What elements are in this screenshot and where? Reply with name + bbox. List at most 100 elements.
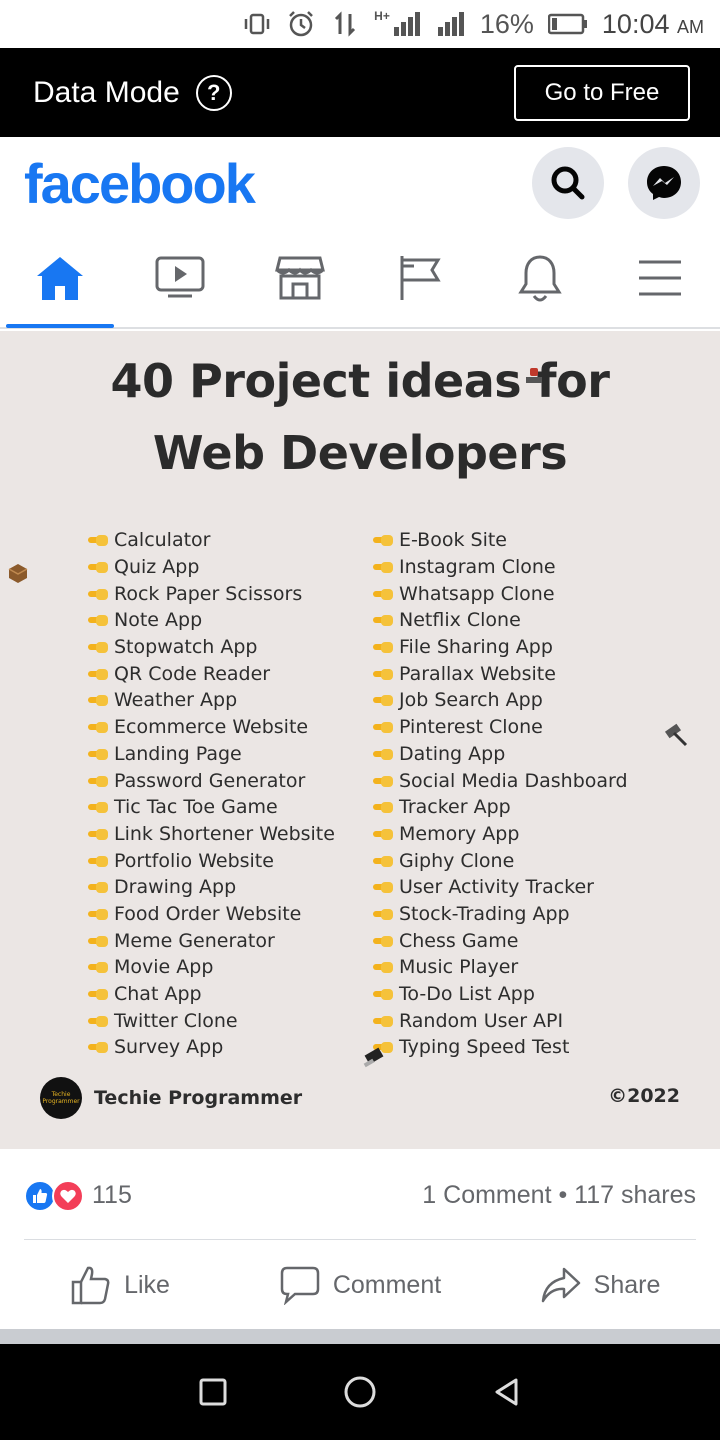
idea-item: Chess Game: [373, 927, 628, 954]
reactions-row: 115 1 Comment • 117 shares: [24, 1152, 696, 1240]
author-name: Techie Programmer: [94, 1087, 303, 1109]
idea-item: To-Do List App: [373, 981, 628, 1008]
pages-flag-icon: [400, 256, 441, 300]
idea-label: Movie App: [114, 956, 214, 979]
idea-item: Dating App: [373, 741, 628, 768]
idea-label: Dating App: [399, 742, 506, 765]
idea-item: Link Shortener Website: [88, 821, 335, 848]
idea-label: Twitter Clone: [114, 1009, 238, 1032]
post-actions: Like Comment Share: [0, 1241, 720, 1329]
love-reaction-icon: [52, 1179, 84, 1212]
menu-icon: [639, 260, 681, 296]
pointing-hand-icon: [88, 827, 110, 841]
data-mode-title: Data Mode: [33, 75, 180, 109]
pointing-hand-icon: [373, 747, 395, 761]
pointing-hand-icon: [373, 667, 395, 681]
idea-label: QR Code Reader: [114, 662, 271, 685]
network-type: H+: [374, 9, 422, 39]
signal-icon: [393, 12, 420, 36]
idea-item: Pinterest Clone: [373, 714, 628, 741]
tab-home[interactable]: [0, 229, 120, 328]
idea-label: Rock Paper Scissors: [114, 582, 303, 605]
idea-label: Link Shortener Website: [114, 822, 335, 845]
idea-item: Tracker App: [373, 794, 628, 821]
idea-label: Chess Game: [399, 929, 519, 952]
pointing-hand-icon: [373, 854, 395, 868]
idea-item: File Sharing App: [373, 634, 628, 661]
tab-video[interactable]: [120, 229, 240, 327]
home-nav-icon[interactable]: [343, 1375, 377, 1409]
pointing-hand-icon: [373, 960, 395, 974]
idea-item: Tic Tac Toe Game: [88, 794, 335, 821]
post-title: 40 Project ideas for Web Developers: [110, 354, 610, 480]
share-button[interactable]: Share: [480, 1265, 720, 1305]
status-bar: H+ 16% 10:04 AM: [0, 0, 720, 48]
comment-button[interactable]: Comment: [240, 1265, 480, 1305]
pointing-hand-icon: [373, 560, 395, 574]
vibrate-icon: [244, 13, 270, 35]
comments-shares-count[interactable]: 1 Comment • 117 shares: [422, 1181, 696, 1210]
idea-label: E-Book Site: [399, 529, 507, 552]
idea-item: Typing Speed Test: [373, 1034, 628, 1061]
idea-item: Memory App: [373, 821, 628, 848]
go-to-free-button[interactable]: Go to Free: [514, 64, 690, 121]
signal-icon-2: [437, 12, 464, 36]
idea-label: Landing Page: [114, 742, 242, 765]
idea-label: Job Search App: [399, 689, 543, 712]
tab-menu[interactable]: [600, 229, 720, 327]
idea-item: Stopwatch App: [88, 634, 335, 661]
pointing-hand-icon: [373, 907, 395, 921]
post-image[interactable]: 40 Project ideas for Web Developers Calc…: [0, 331, 720, 1149]
author-avatar: Techie Programmer: [40, 1077, 82, 1119]
tab-marketplace[interactable]: [240, 229, 360, 327]
idea-label: Pinterest Clone: [399, 716, 543, 739]
tab-notifications[interactable]: [480, 229, 600, 327]
idea-item: Ecommerce Website: [88, 714, 335, 741]
help-icon[interactable]: ?: [195, 74, 232, 111]
pointing-hand-icon: [88, 613, 110, 627]
idea-label: Drawing App: [114, 876, 237, 899]
pointing-hand-icon: [373, 880, 395, 894]
idea-label: Weather App: [114, 689, 238, 712]
idea-item: Movie App: [88, 954, 335, 981]
pointing-hand-icon: [88, 693, 110, 707]
messenger-button[interactable]: [628, 147, 700, 219]
idea-label: Music Player: [399, 956, 519, 979]
recents-icon[interactable]: [198, 1377, 228, 1407]
idea-item: Password Generator: [88, 767, 335, 794]
reaction-summary[interactable]: 115: [24, 1179, 132, 1212]
idea-label: Memory App: [399, 822, 520, 845]
alarm-icon: [289, 11, 314, 37]
idea-item: QR Code Reader: [88, 660, 335, 687]
idea-item: Instagram Clone: [373, 554, 628, 581]
pointing-hand-icon: [373, 533, 395, 547]
tab-pages[interactable]: [360, 229, 480, 327]
android-nav-bar: [0, 1344, 720, 1440]
idea-label: Random User API: [399, 1009, 564, 1032]
idea-label: Note App: [114, 609, 203, 632]
search-button[interactable]: [532, 147, 604, 219]
pointing-hand-icon: [373, 640, 395, 654]
messenger-icon: [647, 166, 681, 200]
share-icon: [541, 1267, 580, 1303]
comment-icon: [280, 1266, 320, 1305]
search-icon: [551, 166, 585, 200]
pointing-hand-icon: [373, 774, 395, 788]
nav-tabs: [0, 229, 720, 329]
idea-item: Twitter Clone: [88, 1007, 335, 1034]
idea-item: Job Search App: [373, 687, 628, 714]
back-icon[interactable]: [492, 1377, 522, 1407]
idea-item: Parallax Website: [373, 660, 628, 687]
pointing-hand-icon: [88, 960, 110, 974]
stamp-sticker-icon: [526, 368, 542, 383]
pointing-hand-icon: [373, 587, 395, 601]
idea-label: Meme Generator: [114, 929, 275, 952]
idea-item: Social Media Dashboard: [373, 767, 628, 794]
idea-label: Stock-Trading App: [399, 902, 570, 925]
idea-item: Survey App: [88, 1034, 335, 1061]
facebook-logo[interactable]: facebook: [24, 151, 256, 216]
like-button[interactable]: Like: [0, 1265, 240, 1305]
pointing-hand-icon: [373, 613, 395, 627]
idea-item: Giphy Clone: [373, 847, 628, 874]
home-icon: [37, 257, 83, 300]
